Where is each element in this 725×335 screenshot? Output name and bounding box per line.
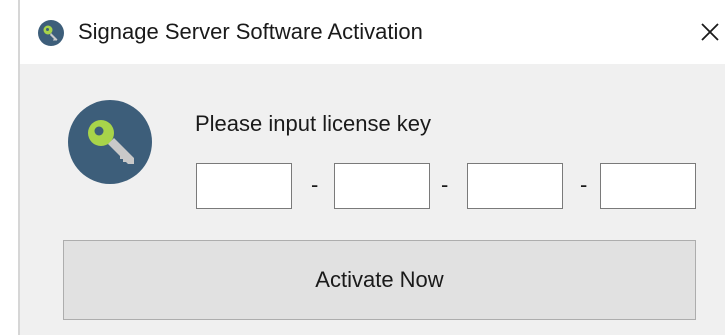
key-separator: - — [580, 172, 588, 197]
license-key-field-2[interactable] — [334, 163, 430, 209]
license-key-field-3[interactable] — [467, 163, 563, 209]
license-key-prompt: Please input license key — [195, 111, 432, 136]
key-icon — [38, 20, 64, 46]
title-bar[interactable]: Signage Server Software Activation — [20, 0, 725, 64]
dialog-body: Please input license key - - - Activate … — [20, 64, 725, 335]
window-title: Signage Server Software Activation — [78, 19, 423, 44]
key-separator: - — [311, 172, 319, 197]
license-key-field-1[interactable] — [196, 163, 292, 209]
license-key-field-4[interactable] — [600, 163, 696, 209]
activate-now-button[interactable]: Activate Now — [63, 240, 696, 320]
key-icon — [68, 100, 152, 184]
key-separator: - — [441, 172, 449, 197]
close-icon[interactable] — [692, 14, 725, 50]
activation-window: Signage Server Software Activation Pleas… — [0, 0, 725, 335]
